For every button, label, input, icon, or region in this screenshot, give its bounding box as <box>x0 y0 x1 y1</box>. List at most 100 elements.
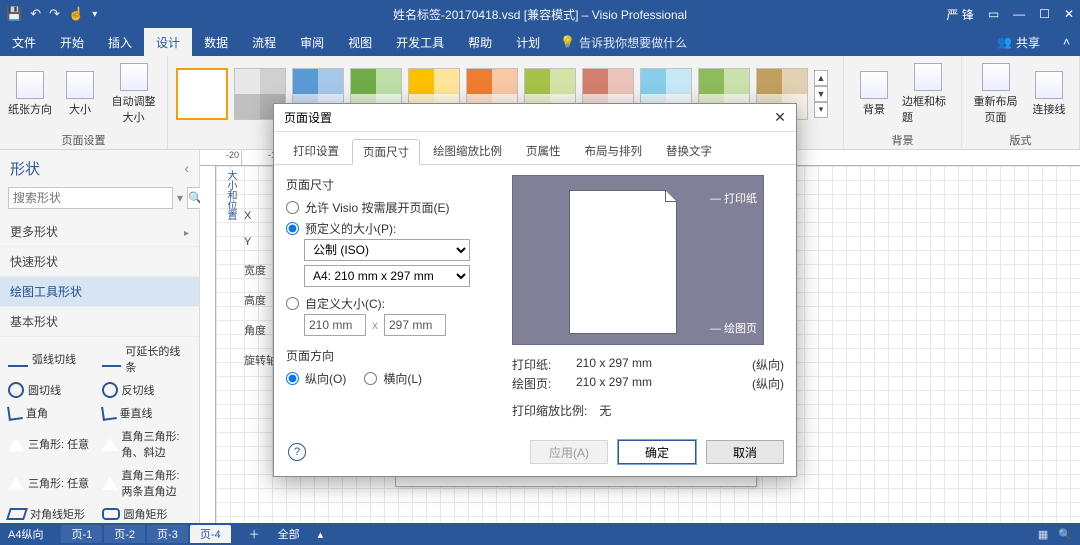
collapse-ribbon-icon[interactable]: ˄ <box>1063 28 1070 56</box>
search-shapes-input[interactable] <box>8 187 173 209</box>
page-tab[interactable]: 页-3 <box>147 525 188 543</box>
radio-landscape[interactable]: 横向(L) <box>364 368 422 389</box>
dialog-tab[interactable]: 布局与排列 <box>574 138 654 164</box>
shape-category[interactable]: 基本形状 <box>0 307 199 337</box>
relayout-button[interactable]: 重新布局页面 <box>970 63 1021 125</box>
shape-item[interactable]: 弧线切线 <box>6 341 100 377</box>
shape-item[interactable]: 直角 <box>6 403 100 423</box>
tab-设计[interactable]: 设计 <box>144 28 192 56</box>
dialog-tab[interactable]: 绘图缩放比例 <box>422 138 513 164</box>
shape-item[interactable]: 反切线 <box>100 380 194 400</box>
page-setup-group-label: 页面设置 <box>0 131 167 149</box>
dialog-tab[interactable]: 打印设置 <box>282 138 350 164</box>
ok-button[interactable]: 确定 <box>618 440 696 464</box>
share-button[interactable]: 👥 共享 <box>997 28 1040 56</box>
shape-item[interactable]: 直角三角形: 角、斜边 <box>100 426 194 462</box>
dialog-close-button[interactable]: ✕ <box>768 106 792 128</box>
shape-item[interactable]: 可延长的线条 <box>100 341 194 377</box>
radio-custom[interactable]: 自定义大小(C): <box>286 293 496 314</box>
help-icon[interactable]: ? <box>288 443 306 461</box>
window-title: 姓名标签-20170418.vsd [兼容模式] – Visio Profess… <box>393 6 687 23</box>
preview-page <box>569 190 677 334</box>
dialog-tab[interactable]: 页面尺寸 <box>352 139 420 165</box>
ribbon-tabs: 文件开始插入设计数据流程审阅视图开发工具帮助计划 💡 告诉我你想要做什么 👥 共… <box>0 28 1080 56</box>
connector-icon <box>1035 71 1063 99</box>
tab-审阅[interactable]: 审阅 <box>288 28 336 56</box>
tab-开始[interactable]: 开始 <box>48 28 96 56</box>
shape-item[interactable]: 三角形: 任意 <box>6 426 100 462</box>
connector-button[interactable]: 连接线 <box>1027 71 1071 117</box>
border-title-button[interactable]: 边框和标题 <box>902 63 953 125</box>
custom-height-input[interactable] <box>384 314 446 336</box>
orientation-section: 页面方向 <box>286 347 496 364</box>
window-options-icon[interactable]: ▭ <box>988 7 999 21</box>
page-tab[interactable]: 页-1 <box>61 525 102 543</box>
close-window-icon[interactable]: ✕ <box>1064 7 1074 21</box>
shapes-collapse-icon[interactable] <box>184 160 189 177</box>
page-tab[interactable]: 页-2 <box>104 525 145 543</box>
dialog-tab[interactable]: 页属性 <box>515 138 572 164</box>
metric-select[interactable]: 公制 (ISO) <box>304 239 470 261</box>
maximize-icon[interactable]: ☐ <box>1039 7 1050 21</box>
shape-item[interactable]: 直角三角形: 两条直角边 <box>100 465 194 501</box>
tell-me-search[interactable]: 💡 告诉我你想要做什么 <box>560 28 687 56</box>
tab-流程[interactable]: 流程 <box>240 28 288 56</box>
shape-item[interactable]: 对角线矩形 <box>6 504 100 523</box>
tab-插入[interactable]: 插入 <box>96 28 144 56</box>
gallery-up-icon[interactable]: ▲ <box>814 70 828 86</box>
add-page-icon[interactable]: ＋ <box>249 526 260 542</box>
share-icon: 👥 <box>997 35 1012 49</box>
tab-视图[interactable]: 视图 <box>336 28 384 56</box>
size-button[interactable]: 大小 <box>58 71 102 117</box>
radio-predefined[interactable]: 预定义的大小(P): <box>286 218 496 239</box>
orientation-button[interactable]: 纸张方向 <box>8 71 52 117</box>
cancel-button[interactable]: 取消 <box>706 440 784 464</box>
paper-select[interactable]: A4: 210 mm x 297 mm <box>304 265 470 287</box>
shape-category[interactable]: 更多形状 <box>0 217 199 247</box>
shape-icon <box>8 477 24 490</box>
minimize-icon[interactable]: — <box>1013 7 1025 21</box>
all-pages[interactable]: 全部 <box>278 526 300 542</box>
theme-thumb[interactable] <box>176 68 228 120</box>
save-icon[interactable]: 💾 <box>6 6 22 22</box>
autosize-icon <box>120 63 148 91</box>
tab-文件[interactable]: 文件 <box>0 28 48 56</box>
dropdown-icon[interactable]: ▾ <box>177 191 183 205</box>
qat-more-icon[interactable]: ▾ <box>92 9 97 20</box>
shape-item[interactable]: 圆角矩形 <box>100 504 194 523</box>
tab-计划[interactable]: 计划 <box>504 28 552 56</box>
tab-数据[interactable]: 数据 <box>192 28 240 56</box>
shape-icon <box>7 405 23 421</box>
page-preview: — 打印纸 — 绘图页 <box>512 175 764 345</box>
shape-item[interactable]: 垂直线 <box>100 403 194 423</box>
page-tab[interactable]: 页-4 <box>190 525 231 543</box>
view-icon[interactable]: ▦ <box>1038 528 1048 541</box>
shape-category[interactable]: 绘图工具形状 <box>0 277 199 307</box>
gallery-down-icon[interactable]: ▼ <box>814 86 828 102</box>
redo-icon[interactable]: ↷ <box>49 6 60 22</box>
background-button[interactable]: 背景 <box>852 71 896 117</box>
radio-visio-expand[interactable]: 允许 Visio 按需展开页面(E) <box>286 197 496 218</box>
size-position-tab[interactable]: 大小和位置 <box>224 170 238 220</box>
user-name[interactable]: 严 锋 <box>946 6 973 23</box>
tabs-more-icon[interactable]: ▴ <box>318 528 324 541</box>
shape-icon <box>8 438 24 451</box>
apply-button[interactable]: 应用(A) <box>530 440 608 464</box>
autosize-button[interactable]: 自动调整大小 <box>108 63 159 125</box>
shape-category[interactable]: 快速形状 <box>0 247 199 277</box>
tab-开发工具[interactable]: 开发工具 <box>384 28 456 56</box>
tab-帮助[interactable]: 帮助 <box>456 28 504 56</box>
compat-mode: [兼容模式] <box>524 8 579 22</box>
shape-item[interactable]: 三角形: 任意 <box>6 465 100 501</box>
dialog-tab[interactable]: 替换文字 <box>655 138 723 164</box>
shapes-title: 形状 <box>10 158 40 179</box>
shape-item[interactable]: 圆切线 <box>6 380 100 400</box>
shape-icon <box>102 438 118 451</box>
custom-width-input[interactable] <box>304 314 366 336</box>
preview-page-label: — 绘图页 <box>710 320 757 336</box>
undo-icon[interactable]: ↶ <box>30 6 41 22</box>
gallery-more-icon[interactable]: ▾ <box>814 102 828 118</box>
radio-portrait[interactable]: 纵向(O) <box>286 368 346 389</box>
zoom-icon[interactable]: 🔍 <box>1058 528 1072 541</box>
touch-icon[interactable]: ☝ <box>68 6 84 22</box>
